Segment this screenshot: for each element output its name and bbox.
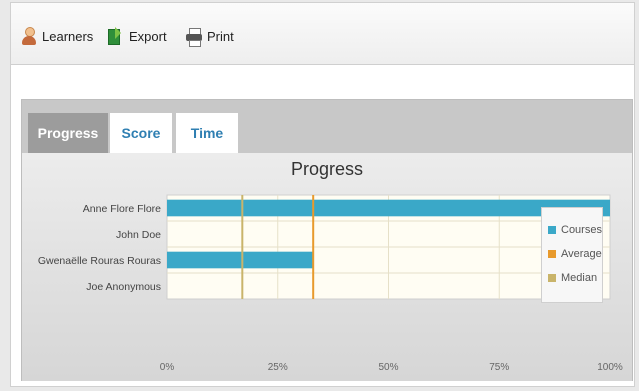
tab-progress[interactable]: Progress: [28, 113, 108, 153]
learners-button[interactable]: Learners: [21, 25, 93, 47]
legend-swatch-average: [548, 250, 556, 258]
learner-icon: [21, 27, 37, 45]
legend-item-median: Median: [548, 266, 602, 290]
export-icon: [108, 27, 124, 45]
x-tick-label: 50%: [378, 362, 398, 373]
legend-label-average: Average: [561, 248, 602, 260]
printer-icon: [186, 27, 202, 47]
x-tick-label: 0%: [160, 362, 175, 373]
legend-item-courses: Courses: [548, 218, 602, 242]
chart-area: Progress 0% 25% 50% 75% 100% Anne Flore Flore…: [22, 153, 632, 381]
legend-swatch-courses: [548, 226, 556, 234]
category-label: Gwenaëlle Rouras Rouras: [38, 255, 161, 267]
category-label: Anne Flore Flore: [83, 203, 161, 215]
legend-label-median: Median: [561, 272, 598, 284]
legend-item-average: Average: [548, 242, 602, 266]
category-label: Joe Anonymous: [86, 281, 161, 293]
export-label: Export: [129, 28, 167, 44]
legend-swatch-median: [548, 274, 556, 282]
x-tick-label: 75%: [489, 362, 509, 373]
print-label: Print: [207, 28, 234, 44]
print-button[interactable]: Print: [186, 25, 234, 47]
category-label: John Doe: [116, 229, 161, 241]
legend-label-courses: Courses: [561, 224, 602, 236]
report-panel: Progress Score Time Progress 0% 25% 50% 75%…: [21, 99, 633, 381]
toolbar: Learners Export Print: [11, 3, 634, 65]
x-tick-label: 25%: [268, 362, 288, 373]
tab-score[interactable]: Score: [110, 113, 172, 153]
chart-legend: Courses Average Median: [541, 207, 603, 303]
export-button[interactable]: Export: [108, 25, 167, 47]
bar-courses: [167, 251, 314, 269]
x-tick-label: 100%: [597, 362, 623, 373]
app-window: Learners Export Print Progress Score Tim…: [10, 2, 635, 387]
learners-label: Learners: [42, 28, 94, 44]
tab-time[interactable]: Time: [176, 113, 238, 153]
